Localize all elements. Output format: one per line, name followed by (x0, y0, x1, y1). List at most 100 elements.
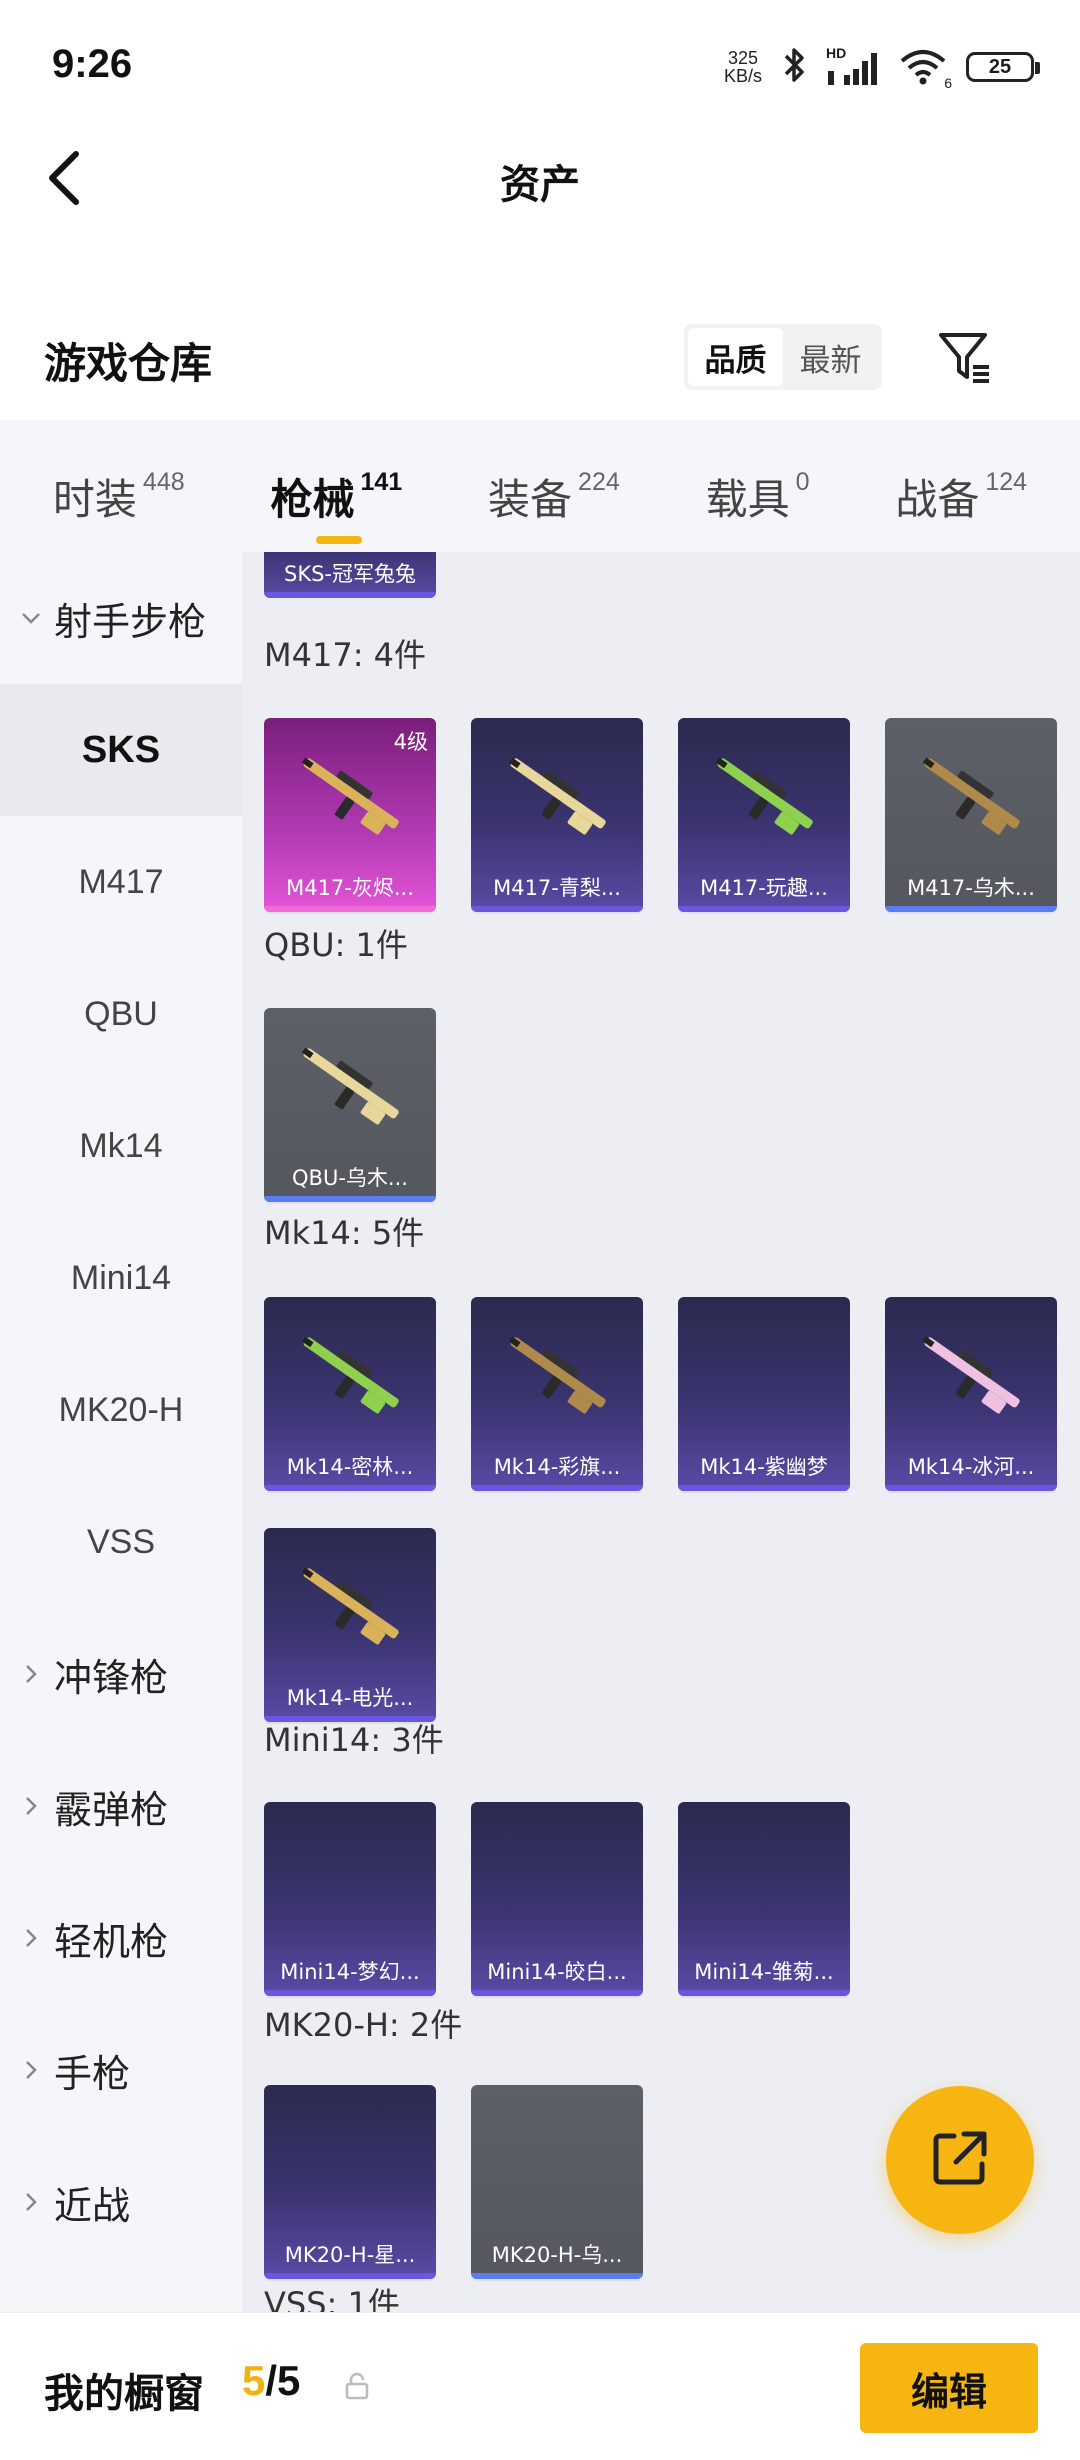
showcase-count: 5/5 (242, 2357, 300, 2405)
rifle-image (922, 1336, 1020, 1414)
battery-icon: 25 (966, 52, 1040, 82)
sort-option-newest[interactable]: 最新 (783, 328, 878, 386)
net-speed-value: 325 (727, 48, 759, 68)
rifle-image (301, 1567, 399, 1645)
item-card[interactable]: M417-乌木... (885, 718, 1057, 912)
lock-icon (342, 2371, 372, 2401)
rarity-bar (471, 1485, 643, 1491)
tab-fashion[interactable]: 时装 448 (53, 436, 185, 536)
tab-count: 224 (578, 468, 620, 496)
edit-button[interactable]: 编辑 (860, 2343, 1038, 2433)
chevron-right-icon (18, 1661, 44, 1687)
section-title: QBU: 1件 (264, 926, 408, 964)
sidebar-group-label: 冲锋枪 (54, 1655, 169, 1700)
rarity-bar (264, 1990, 436, 1996)
sidebar-item-mk20-h[interactable]: MK20-H (0, 1344, 242, 1476)
item-card[interactable]: Mk14-紫幽梦 (678, 1297, 850, 1491)
status-time: 9:26 (52, 42, 133, 86)
sidebar-group-marksman-rifle[interactable]: 射手步枪 (0, 552, 242, 684)
sidebar-item-m417[interactable]: M417 (0, 816, 242, 948)
rarity-bar (678, 906, 850, 912)
tab-count: 124 (985, 468, 1028, 496)
chevron-right-icon (18, 1925, 44, 1951)
item-card[interactable]: Mini14-雏菊... (678, 1802, 850, 1996)
tab-firearms[interactable]: 枪械 141 (270, 436, 402, 544)
tab-label: 枪械 (270, 475, 355, 524)
rarity-bar (885, 906, 1057, 912)
rarity-bar (678, 1485, 850, 1491)
sidebar-group-lmg[interactable]: 轻机枪 (0, 1872, 242, 2004)
sidebar-group-label: 射手步枪 (54, 599, 207, 644)
tab-label: 战备 (895, 475, 980, 524)
item-card[interactable]: Mini14-皎白... (471, 1802, 643, 1996)
sort-option-quality[interactable]: 品质 (688, 328, 783, 386)
filter-button[interactable] (930, 324, 1000, 394)
bluetooth-icon (780, 46, 808, 88)
showcase-current: 5 (242, 2357, 266, 2404)
item-card-label: M417-乌木... (907, 876, 1035, 900)
tab-equipment[interactable]: 装备 224 (488, 436, 620, 536)
tab-label: 载具 (705, 475, 790, 524)
section-title: Mk14: 5件 (264, 1214, 425, 1252)
chevron-right-icon (18, 2057, 44, 2083)
tab-label: 装备 (488, 475, 573, 524)
item-card[interactable]: QBU-乌木... (264, 1008, 436, 1202)
item-card[interactable]: Mk14-彩旗... (471, 1297, 643, 1491)
section-title: VSS: 1件 (264, 2285, 400, 2312)
rarity-bar (264, 1196, 436, 1202)
item-card[interactable]: Mk14-冰河... (885, 1297, 1057, 1491)
page-title: 资产 (500, 162, 580, 208)
wifi-label: 6 (944, 75, 952, 91)
tab-label: 时装 (52, 475, 137, 524)
net-speed-unit: KB/s (723, 66, 762, 86)
cellular-signal-icon: HD (826, 45, 880, 87)
rifle-image (508, 757, 606, 835)
rifle-image (301, 1336, 399, 1414)
status-icons: 325 KB/s HD 6 25 (724, 42, 1040, 92)
tab-battle-prep[interactable]: 战备 124 (895, 436, 1027, 536)
section-title: Mini14: 3件 (264, 1721, 444, 1759)
section-title: MK20-H: 2件 (264, 2006, 463, 2044)
item-card[interactable]: Mk14-密林... (264, 1297, 436, 1491)
battery-level: 25 (988, 55, 1012, 78)
sidebar-group-pistol[interactable]: 手枪 (0, 2004, 242, 2136)
item-card[interactable]: 4级 M417-灰烬... (264, 718, 436, 912)
nav-bar: 资产 (0, 130, 1080, 230)
sidebar-group-melee[interactable]: 近战 (0, 2136, 242, 2268)
showcase-separator: / (265, 2357, 278, 2404)
item-card[interactable]: M417-青梨... (471, 718, 643, 912)
net-speed: 325 KB/s (724, 49, 762, 85)
share-fab[interactable] (886, 2086, 1034, 2234)
item-card[interactable]: M417-玩趣... (678, 718, 850, 912)
sidebar-item-mini14[interactable]: Mini14 (0, 1212, 242, 1344)
item-card-label: MK20-H-星... (284, 2243, 416, 2267)
rarity-bar (678, 1990, 850, 1996)
item-card-label: M417-玩趣... (700, 876, 828, 900)
sidebar-group-smg[interactable]: 冲锋枪 (0, 1608, 242, 1740)
weapon-sidebar: 射手步枪 SKS M417 QBU Mk14 Mini14 MK20-H VSS… (0, 552, 242, 2312)
showcase-max: 5 (277, 2357, 301, 2404)
warehouse-header: 游戏仓库 品质 最新 (0, 310, 1080, 410)
item-card-label: Mini14-梦幻... (280, 1960, 420, 1984)
showcase-label: 我的橱窗 (44, 2371, 204, 2417)
sidebar-group-label: 霰弹枪 (54, 1787, 169, 1832)
tab-vehicles[interactable]: 载具 0 (706, 436, 810, 536)
item-card-label: M417-灰烬... (286, 876, 414, 900)
item-card[interactable]: Mini14-梦幻... (264, 1802, 436, 1996)
sidebar-item-qbu[interactable]: QBU (0, 948, 242, 1080)
rarity-bar (264, 906, 436, 912)
item-card[interactable]: Mk14-电光... (264, 1528, 436, 1722)
sidebar-item-mk14[interactable]: Mk14 (0, 1080, 242, 1212)
tab-count: 448 (142, 468, 185, 496)
item-card[interactable]: MK20-H-星... (264, 2085, 436, 2279)
item-card[interactable]: MK20-H-乌... (471, 2085, 643, 2279)
tab-count: 0 (795, 468, 810, 496)
sidebar-group-shotgun[interactable]: 霰弹枪 (0, 1740, 242, 1872)
sidebar-group-label: 近战 (54, 2183, 131, 2228)
item-card-label: QBU-乌木... (292, 1166, 408, 1190)
item-card-label: Mk14-彩旗... (493, 1455, 621, 1479)
category-tabs: 时装 448 枪械 141 装备 224 载具 0 战备 124 (0, 420, 1080, 552)
sidebar-item-vss[interactable]: VSS (0, 1476, 242, 1608)
sidebar-item-sks[interactable]: SKS (0, 684, 242, 816)
item-card-sks[interactable]: SKS-冠军兔兔 (264, 552, 436, 598)
